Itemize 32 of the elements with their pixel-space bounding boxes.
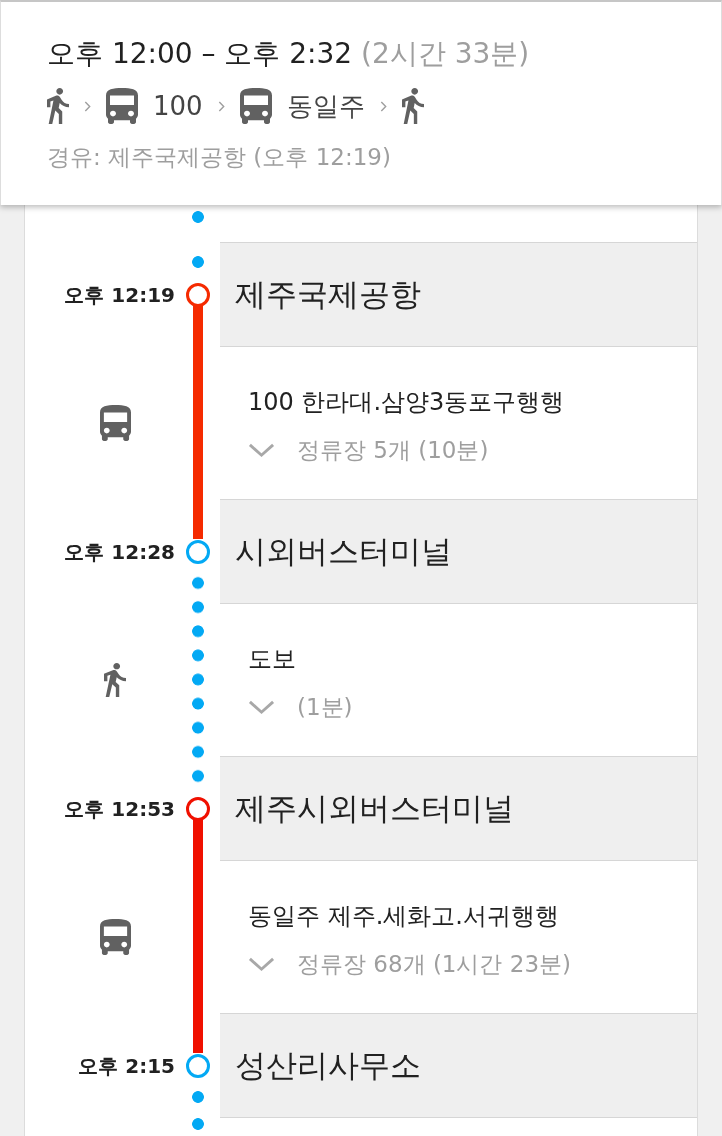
chevron-icon [248,699,275,715]
bus-icon [99,405,131,441]
bus-icon [106,88,138,124]
chevron-icon [248,956,275,972]
segment-title: 도보 [248,644,296,675]
segment-title: 동일주 제주.세화고.서귀행행 [248,901,559,932]
stop-time: 오후 12:53 [64,795,175,822]
chevron-icon [248,442,275,458]
walking-person-icon [401,88,424,124]
chevron-icon [217,100,225,112]
stop-name: 성산리사무소 [220,1013,697,1118]
stop-name: 시외버스터미널 [220,499,697,604]
chevron-icon [84,100,91,112]
stop-time: 오후 12:28 [64,538,175,565]
trip-time-range: 오후 12:00 – 오후 2:32 [47,37,353,70]
route-number: 동일주 [286,90,365,123]
stop-name: 제주국제공항 [220,242,697,347]
bus-icon [239,88,272,124]
stop-name: 제주시외버스터미널 [220,756,697,861]
expand-stops-button[interactable]: 정류장 68개 (1시간 23분) [248,947,572,981]
stop-time: 오후 12:19 [64,281,175,308]
trip-duration: (2시간 33분) [361,37,530,70]
expand-stops-button[interactable]: (1분) [248,690,353,724]
walking-person-icon [47,88,69,124]
chevron-icon [379,100,387,112]
walking-person-icon [104,663,126,697]
segment-title: 100 한라대.삼양3동포구행행 [248,387,565,418]
bus-icon [99,919,131,955]
via-stop-text: 경유: 제주국제공항 (오후 12:19) [47,143,392,172]
expand-stops-button[interactable]: 정류장 5개 (10분) [248,433,489,467]
route-number: 100 [153,90,203,123]
stop-time: 오후 2:15 [78,1052,175,1079]
